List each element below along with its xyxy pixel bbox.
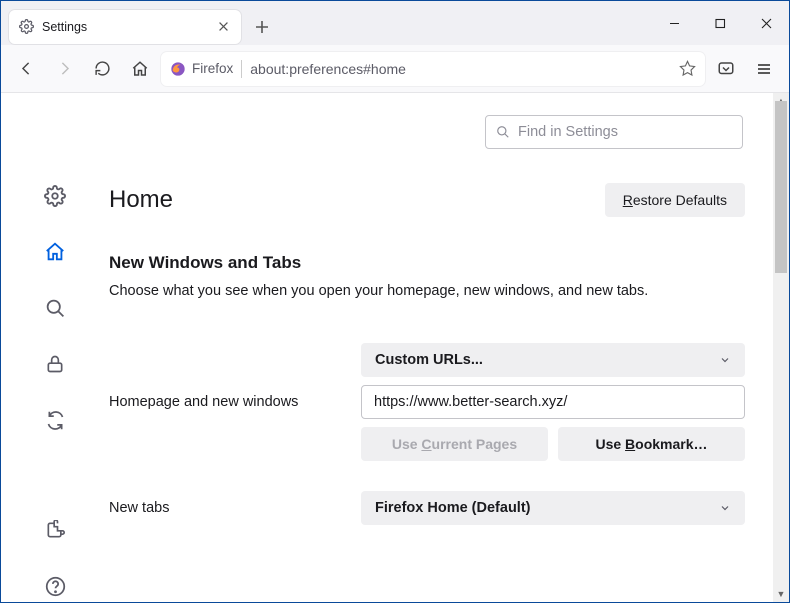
search-icon[interactable] xyxy=(44,297,66,319)
use-current-pages-button[interactable]: Use Current Pages xyxy=(361,427,548,461)
maximize-button[interactable] xyxy=(697,1,743,45)
appmenu-button[interactable] xyxy=(747,52,781,86)
settings-main: Home Restore Defaults New Windows and Ta… xyxy=(109,93,773,602)
scrollbar[interactable]: ▲ ▼ xyxy=(773,93,789,602)
close-icon[interactable] xyxy=(216,19,231,34)
minimize-button[interactable] xyxy=(651,1,697,45)
lock-icon[interactable] xyxy=(44,353,66,375)
firefox-icon xyxy=(170,61,186,77)
tab-title: Settings xyxy=(42,20,208,34)
urlbar[interactable]: Firefox about:preferences#home xyxy=(161,52,705,86)
page-title: Home xyxy=(109,186,173,214)
homepage-label: Homepage and new windows xyxy=(109,394,361,410)
gear-icon xyxy=(19,19,34,34)
homepage-url-input[interactable] xyxy=(361,385,745,419)
home-button[interactable] xyxy=(123,52,157,86)
pocket-button[interactable] xyxy=(709,52,743,86)
chevron-down-icon xyxy=(719,502,731,514)
back-button[interactable] xyxy=(9,52,43,86)
section-desc: Choose what you see when you open your h… xyxy=(109,281,745,303)
newtab-button[interactable] xyxy=(247,12,277,42)
restore-defaults-button[interactable]: Restore Defaults xyxy=(605,183,745,217)
scroll-down-icon[interactable]: ▼ xyxy=(773,586,789,602)
newtabs-select-label: Firefox Home (Default) xyxy=(375,500,531,516)
search-input[interactable] xyxy=(485,115,743,149)
search-icon xyxy=(496,125,510,139)
urlbar-identity[interactable]: Firefox xyxy=(170,61,233,77)
settings-sidebar xyxy=(1,93,109,602)
sync-icon[interactable] xyxy=(44,409,66,431)
gear-icon[interactable] xyxy=(44,185,66,207)
titlebar: Settings xyxy=(1,1,789,45)
scrollbar-thumb[interactable] xyxy=(775,101,787,273)
newtabs-label: New tabs xyxy=(109,500,361,516)
urlbar-url: about:preferences#home xyxy=(250,61,671,77)
urlbar-identity-text: Firefox xyxy=(192,61,233,76)
reload-button[interactable] xyxy=(85,52,119,86)
window-close-button[interactable] xyxy=(743,1,789,45)
home-icon[interactable] xyxy=(44,241,66,263)
forward-button[interactable] xyxy=(47,52,81,86)
search-field[interactable] xyxy=(518,124,732,140)
extension-icon[interactable] xyxy=(44,519,66,541)
homepage-select-label: Custom URLs... xyxy=(375,352,483,368)
browser-tab[interactable]: Settings xyxy=(9,10,241,44)
chevron-down-icon xyxy=(719,354,731,366)
navbar: Firefox about:preferences#home xyxy=(1,45,789,93)
urlbar-separator xyxy=(241,60,242,78)
bookmark-star-icon[interactable] xyxy=(679,60,696,77)
use-bookmark-button[interactable]: Use Bookmark… xyxy=(558,427,745,461)
newtabs-select[interactable]: Firefox Home (Default) xyxy=(361,491,745,525)
section-title: New Windows and Tabs xyxy=(109,253,745,273)
help-icon[interactable] xyxy=(44,575,66,597)
homepage-select[interactable]: Custom URLs... xyxy=(361,343,745,377)
